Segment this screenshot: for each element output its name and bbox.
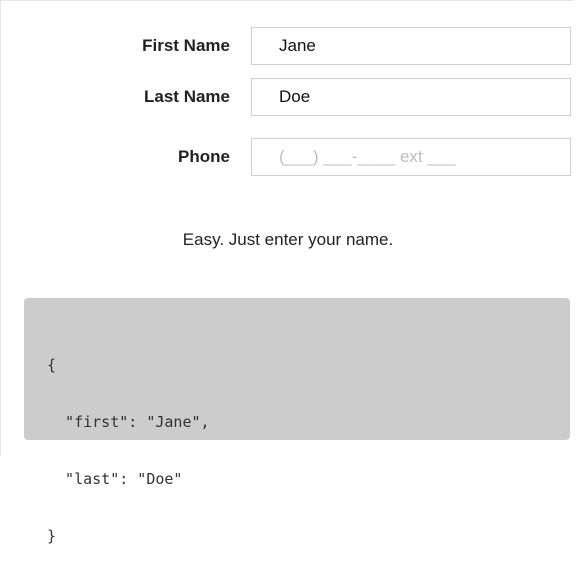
json-line: { [47, 356, 57, 374]
last-name-input[interactable] [251, 78, 571, 116]
phone-row: Phone [0, 138, 576, 178]
json-line: "first": "Jane", [47, 413, 210, 431]
first-name-input[interactable] [251, 27, 571, 65]
json-output-panel: { "first": "Jane", "last": "Doe" } [24, 298, 570, 545]
json-line: } [47, 527, 57, 545]
helper-message: Easy. Just enter your name. [182, 230, 394, 249]
phone-input[interactable] [251, 138, 571, 176]
first-name-row: First Name [0, 27, 576, 67]
last-name-label: Last Name [144, 87, 230, 106]
last-name-row: Last Name [0, 78, 576, 118]
json-line: "last": "Doe" [47, 470, 183, 488]
phone-label: Phone [178, 147, 230, 166]
first-name-label: First Name [142, 36, 230, 55]
